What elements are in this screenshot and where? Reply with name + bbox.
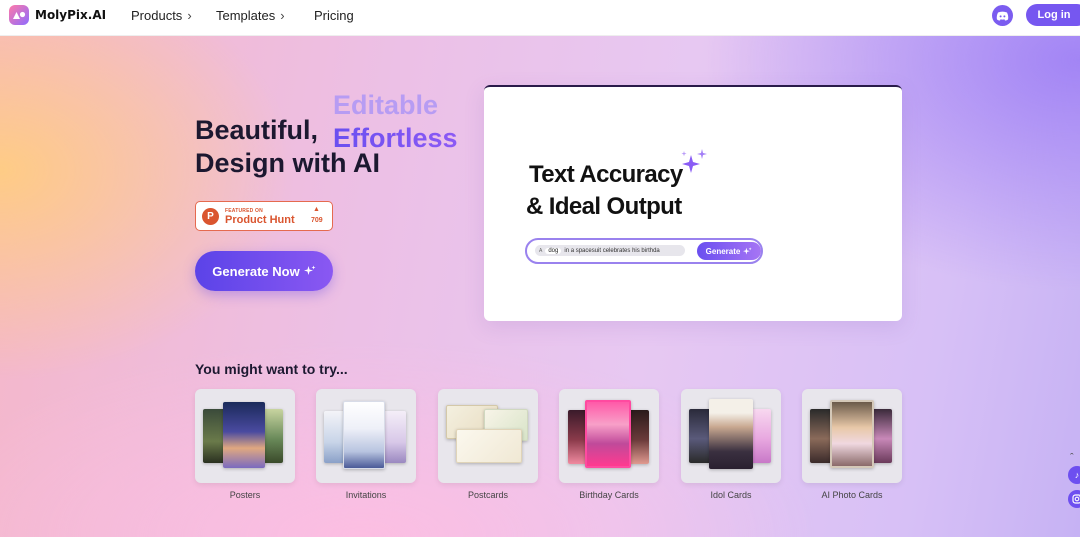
invitation-thumbnail bbox=[382, 411, 406, 463]
brand-name: MolyPix.AI bbox=[35, 8, 107, 22]
prompt-chip: dog bbox=[545, 247, 562, 254]
poster-thumbnail bbox=[223, 402, 265, 468]
upvote-triangle-icon: ▲ bbox=[313, 206, 320, 213]
invitation-thumbnail bbox=[343, 401, 385, 469]
logo-icon bbox=[9, 5, 29, 25]
category-label-idol-cards: Idol Cards bbox=[710, 490, 752, 500]
sparkle-icon bbox=[681, 149, 707, 173]
category-tile-postcards[interactable] bbox=[438, 389, 538, 483]
try-section-heading: You might want to try... bbox=[195, 361, 348, 377]
discord-icon[interactable] bbox=[992, 5, 1013, 26]
nav-products-label: Products bbox=[131, 8, 183, 23]
sparkle-icon bbox=[303, 265, 316, 275]
hero-title-line-2: Design with AI bbox=[195, 148, 381, 178]
demo-prompt-input[interactable]: A dog in a spacesuit celebrates his birt… bbox=[535, 245, 685, 256]
demo-title-line-1: Text Accuracy bbox=[529, 161, 683, 188]
instagram-icon[interactable] bbox=[1068, 490, 1080, 508]
category-tile-invitations[interactable] bbox=[316, 389, 416, 483]
product-hunt-icon: P bbox=[202, 208, 219, 225]
hero-rotating-word-faded: Editable bbox=[333, 90, 439, 120]
category-label-birthday-cards: Birthday Cards bbox=[579, 490, 639, 500]
category-label-postcards: Postcards bbox=[467, 490, 509, 500]
birthday-card-thumbnail bbox=[585, 400, 631, 468]
demo-preview-card: Text Accuracy & Ideal Output A dog in a … bbox=[484, 85, 902, 321]
generate-now-button[interactable]: Generate Now bbox=[195, 251, 333, 291]
category-tile-ai-photo-cards[interactable] bbox=[802, 389, 902, 483]
login-button[interactable]: Log in bbox=[1026, 4, 1080, 26]
brand-logo[interactable]: MolyPix.AI bbox=[9, 5, 106, 25]
sparkle-icon bbox=[743, 246, 752, 254]
demo-generate-button[interactable]: Generate bbox=[697, 242, 761, 260]
scroll-top-chevron-icon[interactable]: ˆ bbox=[1070, 452, 1074, 464]
postcard-thumbnail bbox=[456, 429, 522, 463]
demo-generate-label: Generate bbox=[705, 246, 741, 256]
category-tile-idol-cards[interactable] bbox=[681, 389, 781, 483]
category-tile-birthday-cards[interactable] bbox=[559, 389, 659, 483]
hero-title-line-1: Beautiful, bbox=[195, 115, 319, 145]
category-label-ai-photo-cards: AI Photo Cards bbox=[821, 490, 883, 500]
demo-title-line-2: & Ideal Output bbox=[526, 193, 682, 220]
product-hunt-count: 709 bbox=[311, 217, 323, 224]
nav-products[interactable]: Products › bbox=[131, 8, 192, 23]
ai-photo-card-thumbnail bbox=[830, 400, 874, 468]
chevron-right-icon: › bbox=[280, 8, 285, 23]
category-tile-posters[interactable] bbox=[195, 389, 295, 483]
demo-prompt-bar: A dog in a spacesuit celebrates his birt… bbox=[525, 238, 763, 264]
idol-card-thumbnail bbox=[709, 399, 753, 469]
product-hunt-name: Product Hunt bbox=[225, 214, 295, 226]
category-label-invitations: Invitations bbox=[345, 490, 387, 500]
prompt-text: in a spacesuit celebrates his birthda bbox=[564, 247, 660, 254]
nav-templates[interactable]: Templates › bbox=[216, 8, 285, 23]
category-label-posters: Posters bbox=[229, 490, 261, 500]
tiktok-icon[interactable]: ♪ bbox=[1068, 466, 1080, 484]
text-icon: A bbox=[539, 247, 543, 254]
nav-pricing-label: Pricing bbox=[314, 8, 354, 23]
generate-now-label: Generate Now bbox=[212, 263, 300, 279]
top-navbar: MolyPix.AI Products › Templates › Pricin… bbox=[0, 0, 1080, 36]
chevron-right-icon: › bbox=[187, 8, 192, 23]
product-hunt-badge[interactable]: P FEATURED ON Product Hunt ▲ 709 bbox=[195, 201, 333, 231]
nav-pricing[interactable]: Pricing bbox=[314, 8, 354, 23]
nav-templates-label: Templates bbox=[216, 8, 276, 23]
